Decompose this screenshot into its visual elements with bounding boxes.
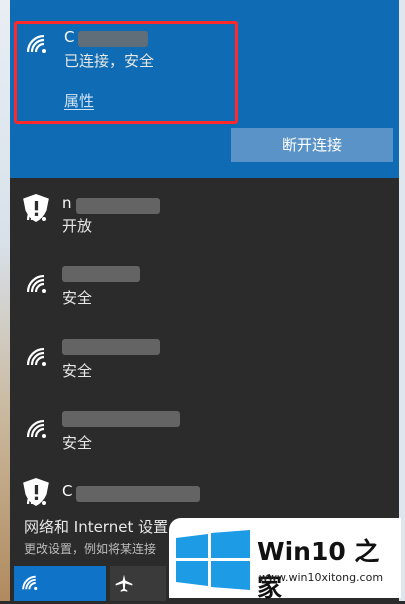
wifi-icon [22,575,38,591]
ssid-redaction [62,339,160,355]
disconnect-button[interactable]: 断开连接 [231,128,393,162]
network-status: 安全 [62,289,93,307]
ssid-redaction [62,411,180,427]
airplane-icon [115,574,133,592]
network-status: 开放 [62,217,93,235]
wifi-toggle-tile[interactable] [14,566,106,601]
desktop-background-right [399,0,405,601]
list-item[interactable]: C [10,478,399,510]
shield-icon [23,478,49,506]
list-item[interactable]: 安全 [10,407,399,479]
wifi-icon [23,194,52,226]
list-item[interactable]: 安全 [10,262,399,334]
network-settings-description: 更改设置，例如将某连接 [24,542,157,556]
list-item[interactable]: 安全 [10,335,399,407]
ssid-redaction [62,266,140,282]
network-ssid: C [62,482,73,500]
watermark: Win10 之家 www.win10xitong.com [169,518,401,602]
network-status: 安全 [62,434,93,452]
wifi-icon [24,415,52,443]
airplane-mode-tile[interactable] [110,566,166,601]
watermark-url: www.win10xitong.com [259,571,384,584]
shield-icon [23,194,49,222]
desktop-background [0,0,10,601]
network-flyout: C 已连接，安全 属性 断开连接 n 开放 安全 安全 安全 C 网络和 Int… [10,0,399,601]
ssid-redaction [76,486,200,502]
network-ssid: n [62,194,72,212]
network-status: 安全 [62,362,93,380]
wifi-icon [24,343,52,371]
watermark-title: Win10 之家 [257,537,380,602]
ssid-redaction [76,198,160,214]
windows-logo-icon [176,530,250,590]
highlight-box [14,21,238,124]
list-item[interactable]: n 开放 [10,190,399,262]
wifi-icon [24,270,52,298]
network-settings-link[interactable]: 网络和 Internet 设置 [24,516,168,537]
wifi-icon [23,478,52,510]
